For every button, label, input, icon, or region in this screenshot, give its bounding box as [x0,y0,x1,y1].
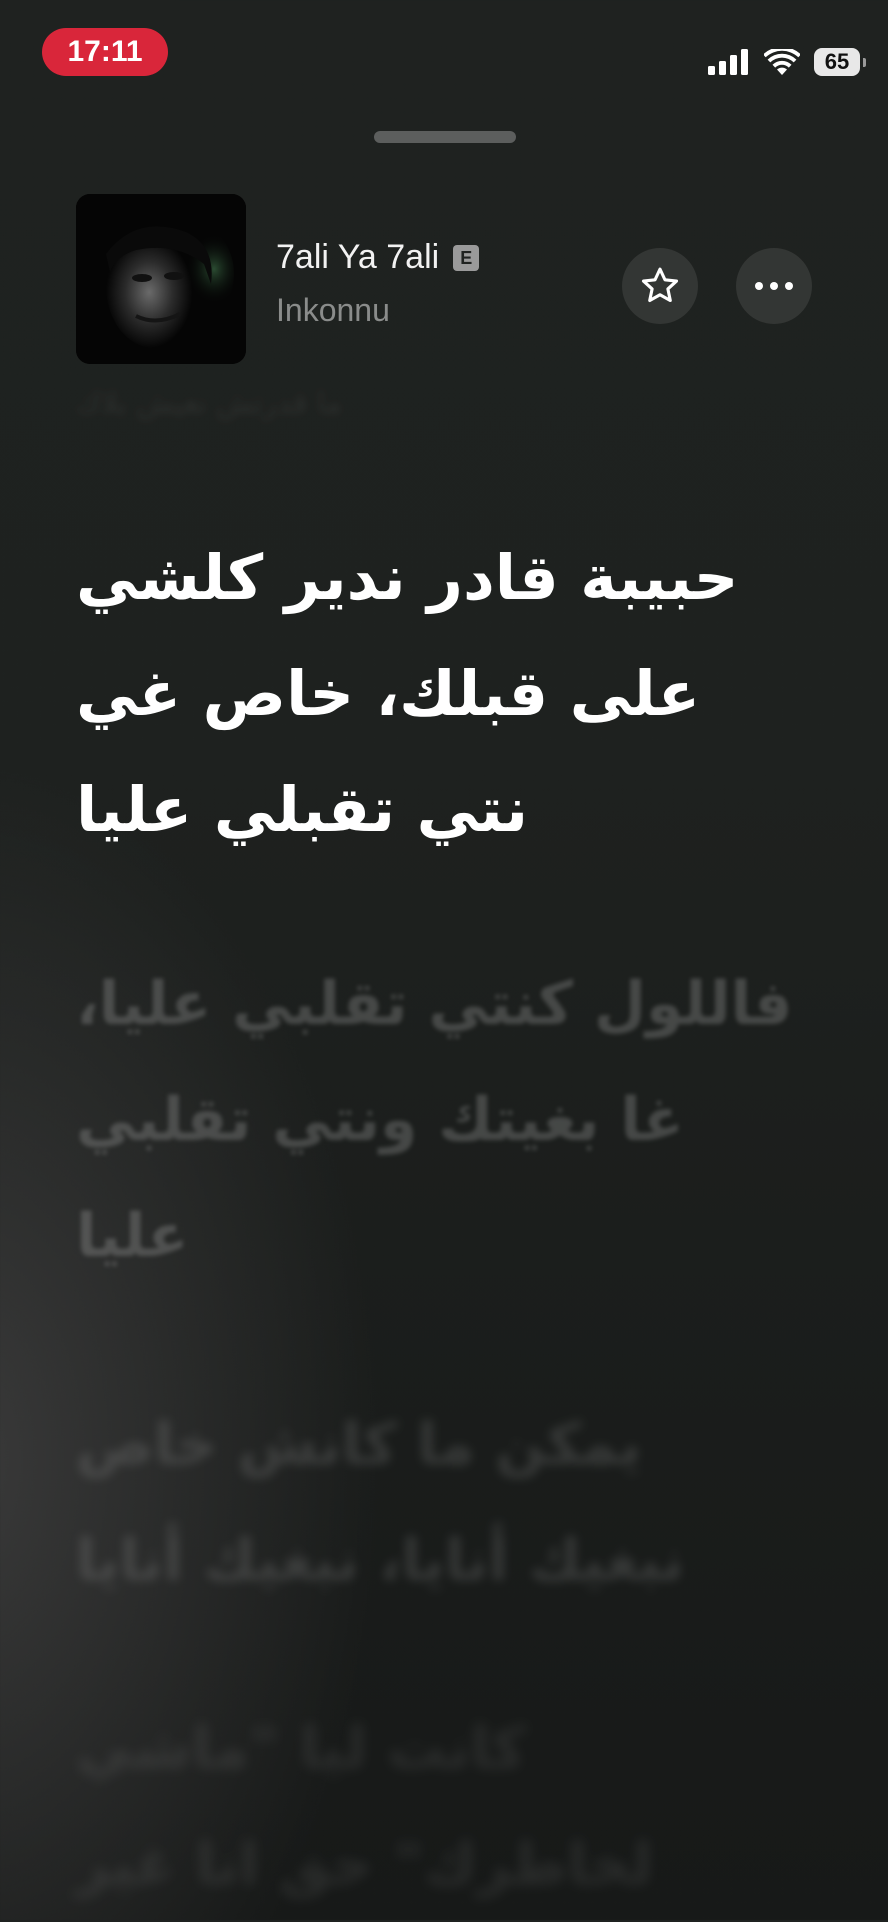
track-title[interactable]: 7ali Ya 7ali E [276,238,480,277]
lyric-line: فاللول كنتي تقلبي عليا، [76,969,793,1039]
cellular-signal-icon [708,49,748,75]
lyric-line: كانت ليا "ماشي [76,1714,526,1782]
lyric-line: حبيبة قادر ندير كلشي [76,541,739,614]
status-time: 17:11 [42,28,168,76]
lyric-line: غا بغيتك ونتي تقلبي [76,1085,684,1155]
star-icon [641,267,679,303]
explicit-badge: E [453,244,480,271]
lyric-line: عليا [76,1201,189,1271]
sheet-grabber[interactable] [374,131,516,143]
upcoming-lyric-block[interactable]: يمكن ما كانش خاص نبغيك أنايا، نبغيك أناي… [76,1386,796,1618]
next-lyric-block[interactable]: فاللول كنتي تقلبي عليا، غا بغيتك ونتي تق… [76,946,796,1294]
more-options-button[interactable] [736,248,812,324]
track-title-text: 7ali Ya 7ali [276,238,440,276]
battery-indicator: 65 [814,48,866,76]
lyric-line: على قبلك، خاص غي [76,657,701,730]
favorite-button[interactable] [622,248,698,324]
previous-lyric-line: ما قدرتش نعيش بلاك [76,386,343,421]
upcoming-lyric-block[interactable]: كانت ليا "ماشي لخاطرك" حق انا غير [76,1690,796,1922]
more-icon [755,282,793,290]
lyric-line: يمكن ما كانش خاص [76,1410,642,1478]
track-artist[interactable]: Inkonnu [276,292,390,329]
wifi-icon [764,49,800,75]
active-lyric-block[interactable]: حبيبة قادر ندير كلشي على قبلك، خاص غي نت… [76,520,796,868]
lyric-line: نتي تقبلي عليا [76,773,528,846]
lyric-line: نبغيك أنايا، نبغيك أنايا [76,1526,685,1594]
lyric-line: لخاطرك" حق انا غير [76,1830,653,1898]
album-artwork[interactable] [76,194,246,364]
status-icons: 65 [708,46,866,78]
